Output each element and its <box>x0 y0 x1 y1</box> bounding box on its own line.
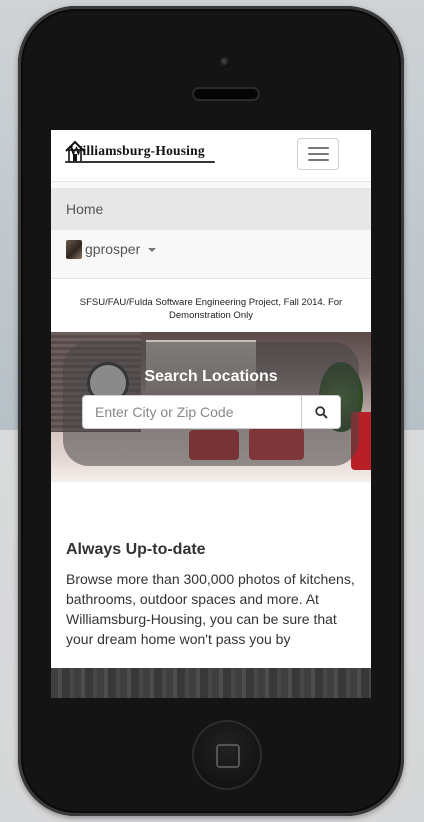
avatar <box>66 240 82 259</box>
collapsed-nav-menu: Home gprosper <box>51 182 371 279</box>
nav-item-home-label: Home <box>66 201 104 217</box>
brand-logo-text[interactable]: Williamsburg-Housing <box>69 143 205 159</box>
search-input[interactable] <box>82 395 302 429</box>
nav-item-home[interactable]: Home <box>51 188 371 230</box>
home-button[interactable] <box>192 720 262 790</box>
front-camera <box>220 57 230 67</box>
search-icon <box>315 406 328 419</box>
earpiece-speaker <box>192 87 260 101</box>
search-button[interactable] <box>301 395 341 429</box>
home-square-icon <box>216 744 240 768</box>
logo-underline <box>65 161 215 163</box>
hamburger-icon <box>308 147 329 149</box>
user-name: gprosper <box>85 241 141 257</box>
feature-heading: Always Up-to-date <box>66 541 206 558</box>
navbar-toggle-button[interactable] <box>297 138 339 170</box>
project-notice: SFSU/FAU/Fulda Software Engineering Proj… <box>79 297 343 321</box>
caret-down-icon <box>148 248 156 252</box>
feature-text: Browse more than 300,000 photos of kitch… <box>66 571 355 647</box>
navbar: Williamsburg-Housing <box>51 130 371 182</box>
footer-wood-band <box>51 668 371 698</box>
phone-screen: Williamsburg-Housing Home gprosper SFSU/… <box>51 130 371 698</box>
search-title: Search Locations <box>144 368 278 385</box>
